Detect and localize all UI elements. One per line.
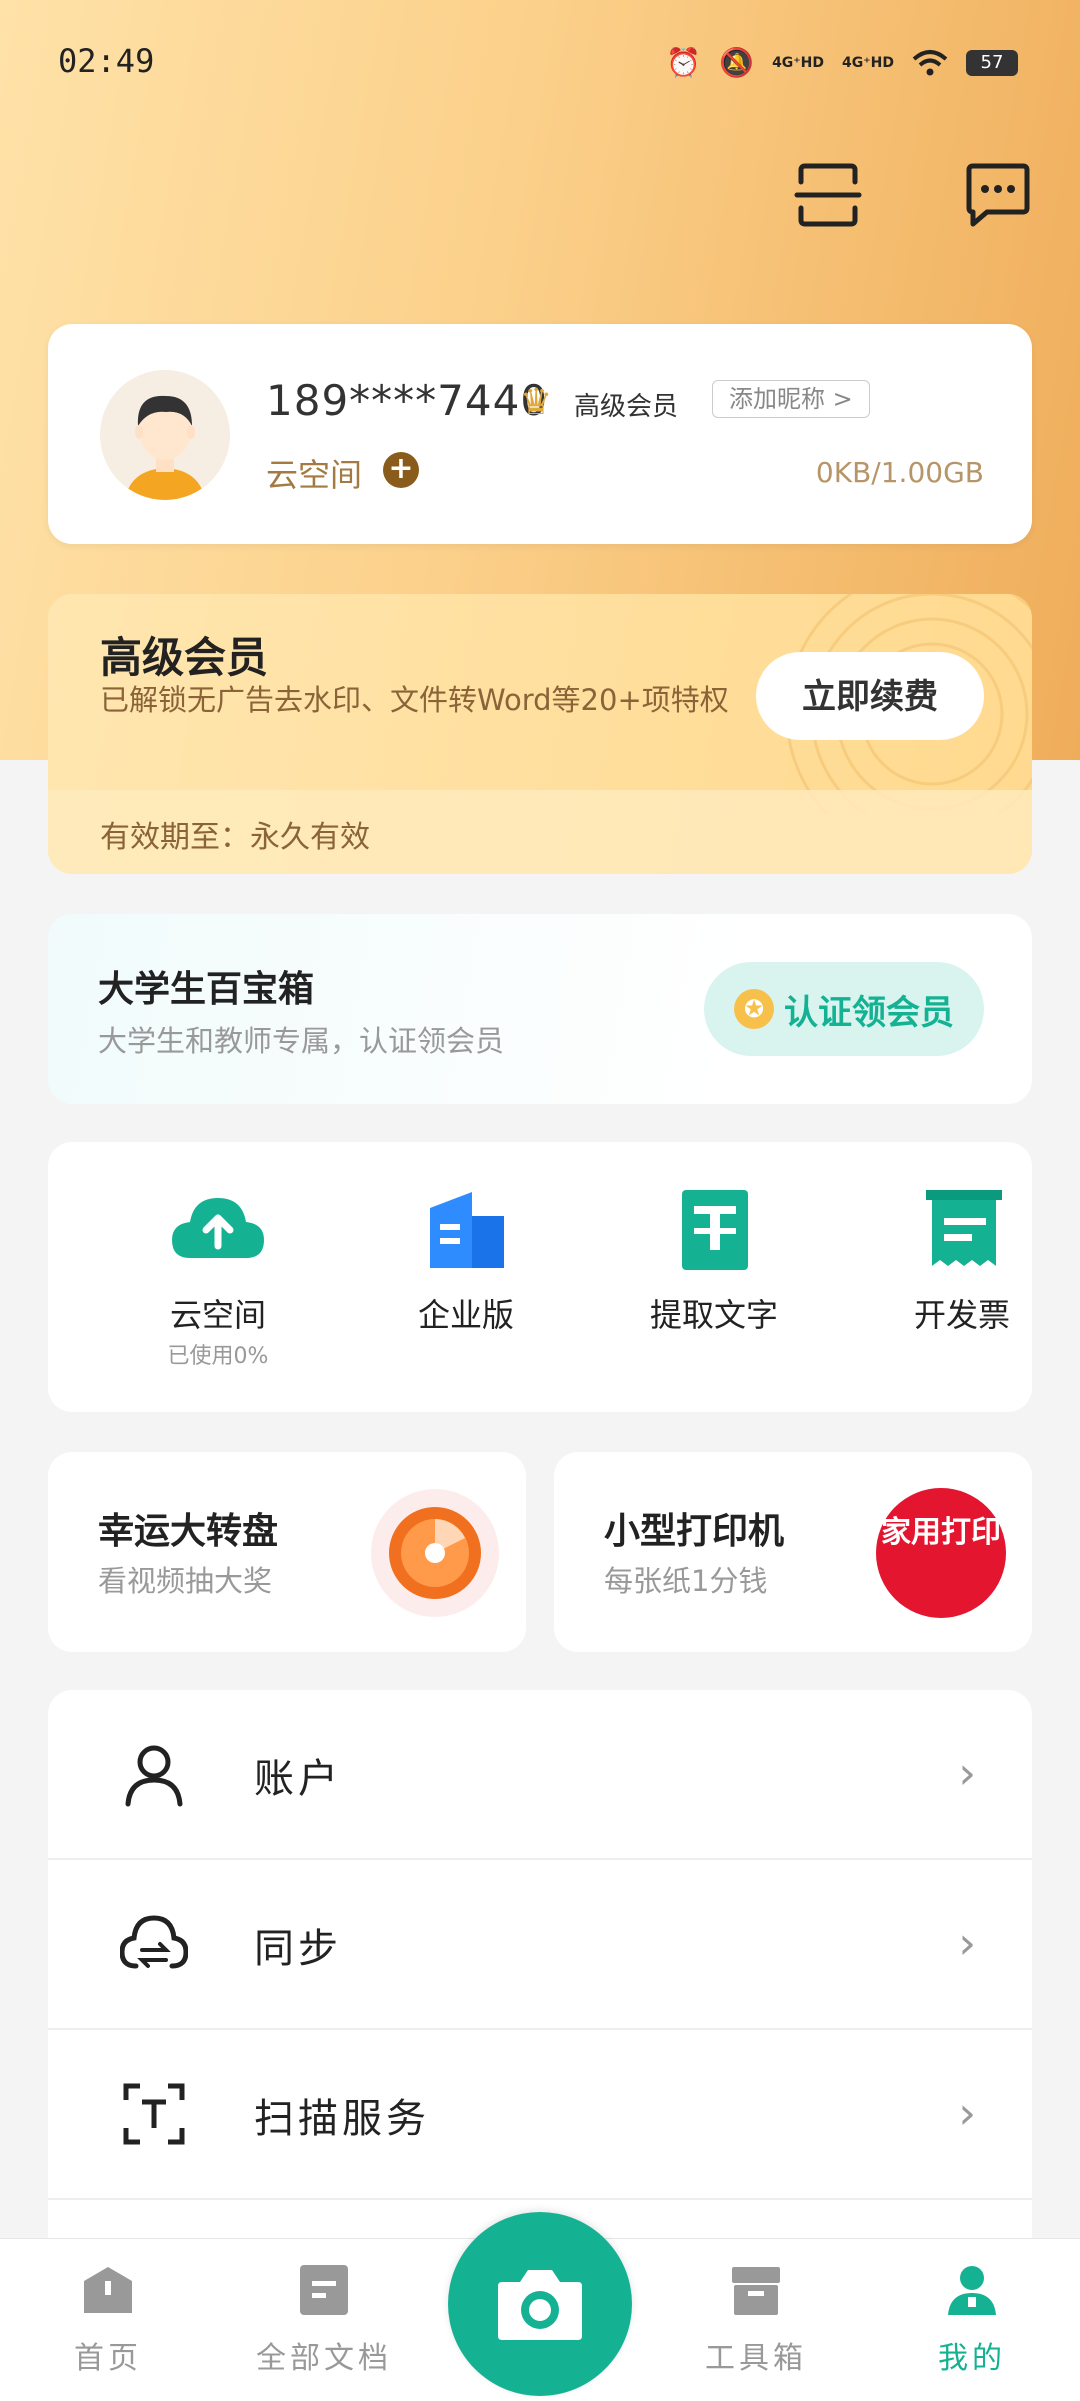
vip-expiry-bar: 有效期至：永久有效 (48, 790, 1032, 874)
signal-icon-1: 4G⁺HD (772, 54, 825, 71)
nav-label: 我的 (938, 2341, 1006, 2376)
cloud-sync-icon (120, 1915, 188, 1969)
status-bar: 02:49 ⏰ 🔕 4G⁺HD 4G⁺HD 57 (0, 0, 1080, 120)
tool-label: 企业版 (417, 1296, 514, 1334)
nav-all-documents[interactable]: 全部文档 (244, 2263, 404, 2377)
student-description: 大学生和教师专属，认证领会员 (98, 1024, 505, 1058)
message-icon (966, 163, 1030, 227)
promo-description: 每张纸1分钱 (604, 1564, 768, 1598)
profile-card[interactable]: 189****7440 ♛ 高级会员 添加昵称 > 云空间 + 0KB/1.00… (48, 324, 1032, 544)
settings-menu: 账户 › 同步 › 扫描服务 › (48, 1690, 1032, 2250)
cloud-upload-icon (172, 1198, 264, 1258)
tool-cloud-space[interactable]: 云空间 已使用0% (118, 1186, 318, 1370)
chevron-right-icon: › (958, 1748, 976, 1799)
tool-sub-label: 已使用0% (167, 1344, 269, 1369)
tool-label: 开发票 (913, 1296, 1010, 1334)
add-cloud-space-icon[interactable]: + (383, 452, 419, 488)
status-time: 02:49 (58, 42, 155, 80)
nav-mine[interactable]: 我的 (892, 2263, 1052, 2377)
tool-label: 云空间 (169, 1296, 266, 1334)
mute-icon: 🔕 (719, 46, 755, 79)
user-icon (125, 1745, 183, 1807)
status-icons: ⏰ 🔕 4G⁺HD 4G⁺HD 57 (666, 46, 1018, 79)
vip-expiry: 有效期至：永久有效 (100, 820, 370, 855)
menu-item-scan-service[interactable]: 扫描服务 › (48, 2030, 1032, 2200)
cloud-space-label: 云空间 (266, 456, 363, 494)
lucky-wheel-card[interactable]: 幸运大转盘 看视频抽大奖 (48, 1452, 526, 1652)
tool-invoice[interactable]: 开发票 (862, 1186, 1062, 1336)
invoice-icon (926, 1190, 1002, 1266)
toolbox-icon (732, 2267, 780, 2315)
crown-icon: ♛ (520, 382, 553, 423)
mini-printer-card[interactable]: 小型打印机 每张纸1分钱 家用打印 (554, 1452, 1032, 1652)
enterprise-building-icon (430, 1192, 504, 1268)
student-title: 大学生百宝箱 (98, 969, 315, 1010)
nav-label: 工具箱 (705, 2341, 807, 2376)
menu-label: 扫描服务 (254, 2096, 430, 2142)
vip-card[interactable]: 高级会员 已解锁无广告去水印、文件转Word等20+项特权 立即续费 有效期至：… (48, 594, 1032, 874)
home-icon (84, 2267, 132, 2313)
tool-extract-text[interactable]: 提取文字 (614, 1186, 814, 1336)
documents-icon (300, 2265, 348, 2315)
nav-home[interactable]: 首页 (28, 2263, 188, 2377)
promo-description: 看视频抽大奖 (98, 1564, 273, 1598)
student-toolbox-card[interactable]: 大学生百宝箱 大学生和教师专属，认证领会员 ✪ 认证领会员 (48, 914, 1032, 1104)
member-level-label: 高级会员 (574, 392, 679, 422)
vip-title: 高级会员 (100, 633, 269, 682)
vip-description: 已解锁无广告去水印、文件转Word等20+项特权 (100, 683, 729, 717)
menu-item-sync[interactable]: 同步 › (48, 1860, 1032, 2030)
verify-member-button[interactable]: ✪ 认证领会员 (704, 962, 984, 1056)
battery-indicator: 57 (966, 49, 1018, 76)
menu-label: 账户 (254, 1756, 342, 1802)
message-button[interactable] (963, 160, 1033, 230)
renew-button[interactable]: 立即续费 (756, 652, 984, 740)
extract-text-icon (682, 1190, 748, 1270)
tool-label: 提取文字 (649, 1296, 778, 1334)
phone-number: 189****7440 (266, 376, 549, 425)
chevron-right-icon: › (958, 1918, 976, 1969)
lucky-wheel-icon (371, 1489, 499, 1617)
tools-grid: 云空间 已使用0% 企业版 提取文字 开发票 (48, 1142, 1032, 1412)
promo-title: 小型打印机 (604, 1511, 785, 1552)
avatar-image (100, 370, 230, 500)
add-nickname-button[interactable]: 添加昵称 > (712, 380, 870, 418)
nav-label: 全部文档 (256, 2341, 392, 2376)
promo-title: 幸运大转盘 (98, 1511, 279, 1552)
scan-icon (794, 163, 862, 227)
scan-button[interactable] (793, 160, 863, 230)
camera-icon (498, 2270, 582, 2340)
tool-enterprise[interactable]: 企业版 (366, 1186, 566, 1336)
camera-button[interactable] (448, 2212, 632, 2396)
nav-toolbox[interactable]: 工具箱 (676, 2263, 836, 2377)
storage-usage: 0KB/1.00GB (815, 456, 984, 489)
chevron-right-icon: › (958, 2088, 976, 2139)
menu-label: 同步 (254, 1926, 342, 1972)
signal-icon-2: 4G⁺HD (842, 54, 894, 71)
verify-label: 认证领会员 (784, 992, 954, 1033)
medal-icon: ✪ (734, 989, 774, 1029)
avatar[interactable] (100, 370, 230, 500)
wifi-icon (912, 49, 948, 75)
scan-text-icon (123, 2083, 185, 2145)
nav-label: 首页 (74, 2341, 142, 2376)
menu-item-account[interactable]: 账户 › (48, 1690, 1032, 1860)
profile-icon (948, 2266, 996, 2315)
home-print-badge: 家用打印 (876, 1488, 1006, 1618)
alarm-icon: ⏰ (666, 46, 702, 79)
